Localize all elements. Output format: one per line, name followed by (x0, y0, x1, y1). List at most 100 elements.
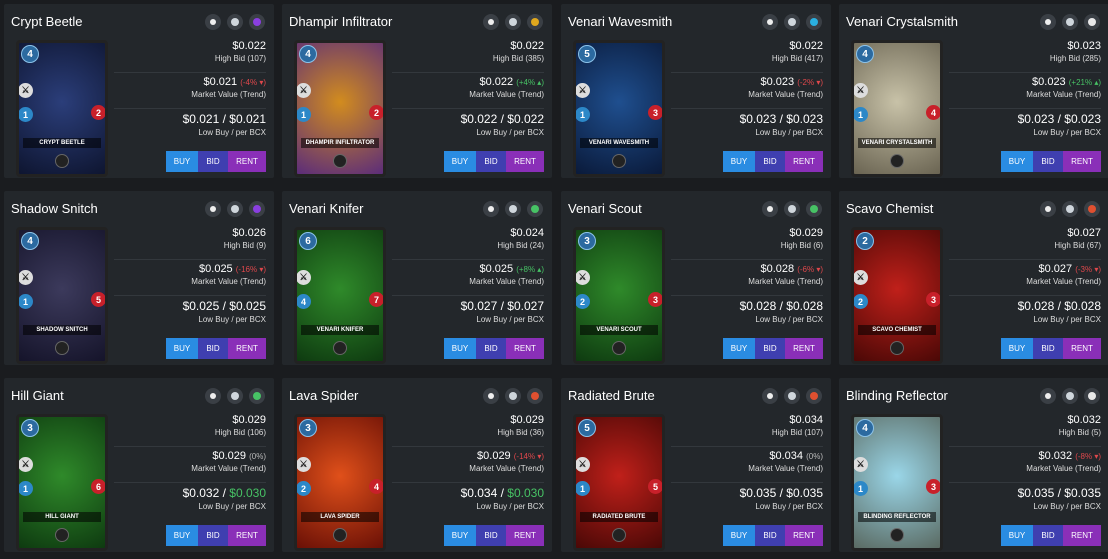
rent-button[interactable]: RENT (228, 338, 266, 359)
market-card[interactable]: Crypt Beetle 4 ⚔ 1 2 CRYPT BEETLE $0.022… (4, 4, 274, 178)
market-value-label: Market Value (Trend) (469, 90, 544, 99)
health-badge: 4 (369, 479, 383, 494)
bid-button[interactable]: BID (1033, 525, 1063, 546)
card-title[interactable]: Blinding Reflector (846, 388, 948, 403)
attack-icon: ⚔ (19, 457, 33, 472)
trend-badge: (+8% ▴) (516, 265, 544, 274)
card-title[interactable]: Venari Knifer (289, 201, 363, 216)
market-card[interactable]: Hill Giant 3 ⚔ 1 6 HILL GIANT $0.029 Hig… (4, 378, 274, 552)
card-title[interactable]: Crypt Beetle (11, 14, 83, 29)
card-title[interactable]: Venari Crystalsmith (846, 14, 958, 29)
card-image[interactable]: 2 ⚔ 2 3 SCAVO CHEMIST (851, 227, 943, 364)
mana-badge: 6 (299, 232, 317, 250)
trend-badge: (0%) (806, 452, 823, 461)
card-title[interactable]: Hill Giant (11, 388, 64, 403)
ability-icon (890, 528, 904, 542)
rent-button[interactable]: RENT (1063, 151, 1101, 172)
rent-button[interactable]: RENT (228, 525, 266, 546)
card-image[interactable]: 3 ⚔ 2 3 VENARI SCOUT (573, 227, 665, 364)
buy-button[interactable]: BUY (723, 525, 755, 546)
buy-button[interactable]: BUY (166, 525, 198, 546)
card-title[interactable]: Lava Spider (289, 388, 358, 403)
card-image[interactable]: 4 ⚔ 1 2 CRYPT BEETLE (16, 40, 108, 177)
card-type-icons (762, 14, 822, 30)
rent-button[interactable]: RENT (506, 338, 544, 359)
card-title[interactable]: Venari Scout (568, 201, 642, 216)
edition-icon (784, 14, 800, 30)
divider (114, 108, 266, 109)
divider (949, 72, 1101, 73)
bid-button[interactable]: BID (198, 338, 228, 359)
card-image[interactable]: 4 ⚔ 1 2 DHAMPIR INFILTRATOR (294, 40, 386, 177)
card-image[interactable]: 4 ⚔ 1 3 BLINDING REFLECTOR (851, 414, 943, 551)
rarity-icon (1040, 388, 1056, 404)
ability-icon (612, 528, 626, 542)
buy-button[interactable]: BUY (166, 338, 198, 359)
high-bid-label: High Bid (285) (1049, 54, 1101, 63)
card-title[interactable]: Venari Wavesmith (568, 14, 672, 29)
bid-button[interactable]: BID (476, 525, 506, 546)
health-badge: 5 (91, 292, 105, 307)
rent-button[interactable]: RENT (785, 338, 823, 359)
market-card[interactable]: Scavo Chemist 2 ⚔ 2 3 SCAVO CHEMIST $0.0… (839, 191, 1108, 365)
buy-button[interactable]: BUY (444, 338, 476, 359)
market-card[interactable]: Venari Wavesmith 5 ⚔ 1 3 VENARI WAVESMIT… (561, 4, 831, 178)
card-image[interactable]: 3 ⚔ 2 4 LAVA SPIDER (294, 414, 386, 551)
market-card[interactable]: Shadow Snitch 4 ⚔ 1 5 SHADOW SNITCH $0.0… (4, 191, 274, 365)
per-bcx-value: $0.021 (229, 112, 266, 126)
divider (392, 259, 544, 260)
card-image[interactable]: 5 ⚔ 1 3 VENARI WAVESMITH (573, 40, 665, 177)
market-card[interactable]: Dhampir Infiltrator 4 ⚔ 1 2 DHAMPIR INFI… (282, 4, 552, 178)
card-image[interactable]: 4 ⚔ 1 4 VENARI CRYSTALSMITH (851, 40, 943, 177)
bid-button[interactable]: BID (1033, 151, 1063, 172)
market-card[interactable]: Blinding Reflector 4 ⚔ 1 3 BLINDING REFL… (839, 378, 1108, 552)
bid-button[interactable]: BID (476, 151, 506, 172)
price-value: $0.023 (1067, 40, 1101, 52)
card-title[interactable]: Shadow Snitch (11, 201, 98, 216)
speed-badge: 2 (576, 294, 590, 309)
low-buy-value: $0.035 (1017, 486, 1055, 500)
price-block: $0.032 High Bid (5) (949, 414, 1101, 437)
low-buy-block: $0.021 / $0.021 Low Buy / per BCX (114, 112, 266, 137)
bid-button[interactable]: BID (755, 338, 785, 359)
rent-button[interactable]: RENT (506, 525, 544, 546)
rent-button[interactable]: RENT (228, 151, 266, 172)
divider (949, 108, 1101, 109)
bid-button[interactable]: BID (755, 525, 785, 546)
market-card[interactable]: Radiated Brute 5 ⚔ 1 5 RADIATED BRUTE $0… (561, 378, 831, 552)
market-card[interactable]: Lava Spider 3 ⚔ 2 4 LAVA SPIDER $0.029 H… (282, 378, 552, 552)
buy-button[interactable]: BUY (1001, 338, 1033, 359)
market-card[interactable]: Venari Crystalsmith 4 ⚔ 1 4 VENARI CRYST… (839, 4, 1108, 178)
card-image[interactable]: 4 ⚔ 1 5 SHADOW SNITCH (16, 227, 108, 364)
buy-button[interactable]: BUY (723, 151, 755, 172)
buy-button[interactable]: BUY (1001, 151, 1033, 172)
market-block: $0.025 (+8% ▴) Market Value (Trend) (392, 263, 544, 286)
bid-button[interactable]: BID (1033, 338, 1063, 359)
divider (949, 259, 1101, 260)
bid-button[interactable]: BID (198, 525, 228, 546)
card-image[interactable]: 6 ⚔ 4 7 VENARI KNIFER (294, 227, 386, 364)
rent-button[interactable]: RENT (1063, 525, 1101, 546)
rent-button[interactable]: RENT (785, 151, 823, 172)
buy-button[interactable]: BUY (1001, 525, 1033, 546)
price-value: $0.029 (510, 414, 544, 426)
buy-button[interactable]: BUY (444, 525, 476, 546)
card-title[interactable]: Dhampir Infiltrator (289, 14, 392, 29)
buy-button[interactable]: BUY (444, 151, 476, 172)
bid-button[interactable]: BID (755, 151, 785, 172)
card-image[interactable]: 5 ⚔ 1 5 RADIATED BRUTE (573, 414, 665, 551)
bid-button[interactable]: BID (476, 338, 506, 359)
rent-button[interactable]: RENT (506, 151, 544, 172)
bid-button[interactable]: BID (198, 151, 228, 172)
edition-icon (1062, 201, 1078, 217)
card-image[interactable]: 3 ⚔ 1 6 HILL GIANT (16, 414, 108, 551)
buy-button[interactable]: BUY (166, 151, 198, 172)
card-art-name: DHAMPIR INFILTRATOR (301, 138, 379, 148)
card-title[interactable]: Radiated Brute (568, 388, 655, 403)
market-card[interactable]: Venari Scout 3 ⚔ 2 3 VENARI SCOUT $0.029… (561, 191, 831, 365)
card-title[interactable]: Scavo Chemist (846, 201, 933, 216)
market-card[interactable]: Venari Knifer 6 ⚔ 4 7 VENARI KNIFER $0.0… (282, 191, 552, 365)
rent-button[interactable]: RENT (1063, 338, 1101, 359)
buy-button[interactable]: BUY (723, 338, 755, 359)
rent-button[interactable]: RENT (785, 525, 823, 546)
